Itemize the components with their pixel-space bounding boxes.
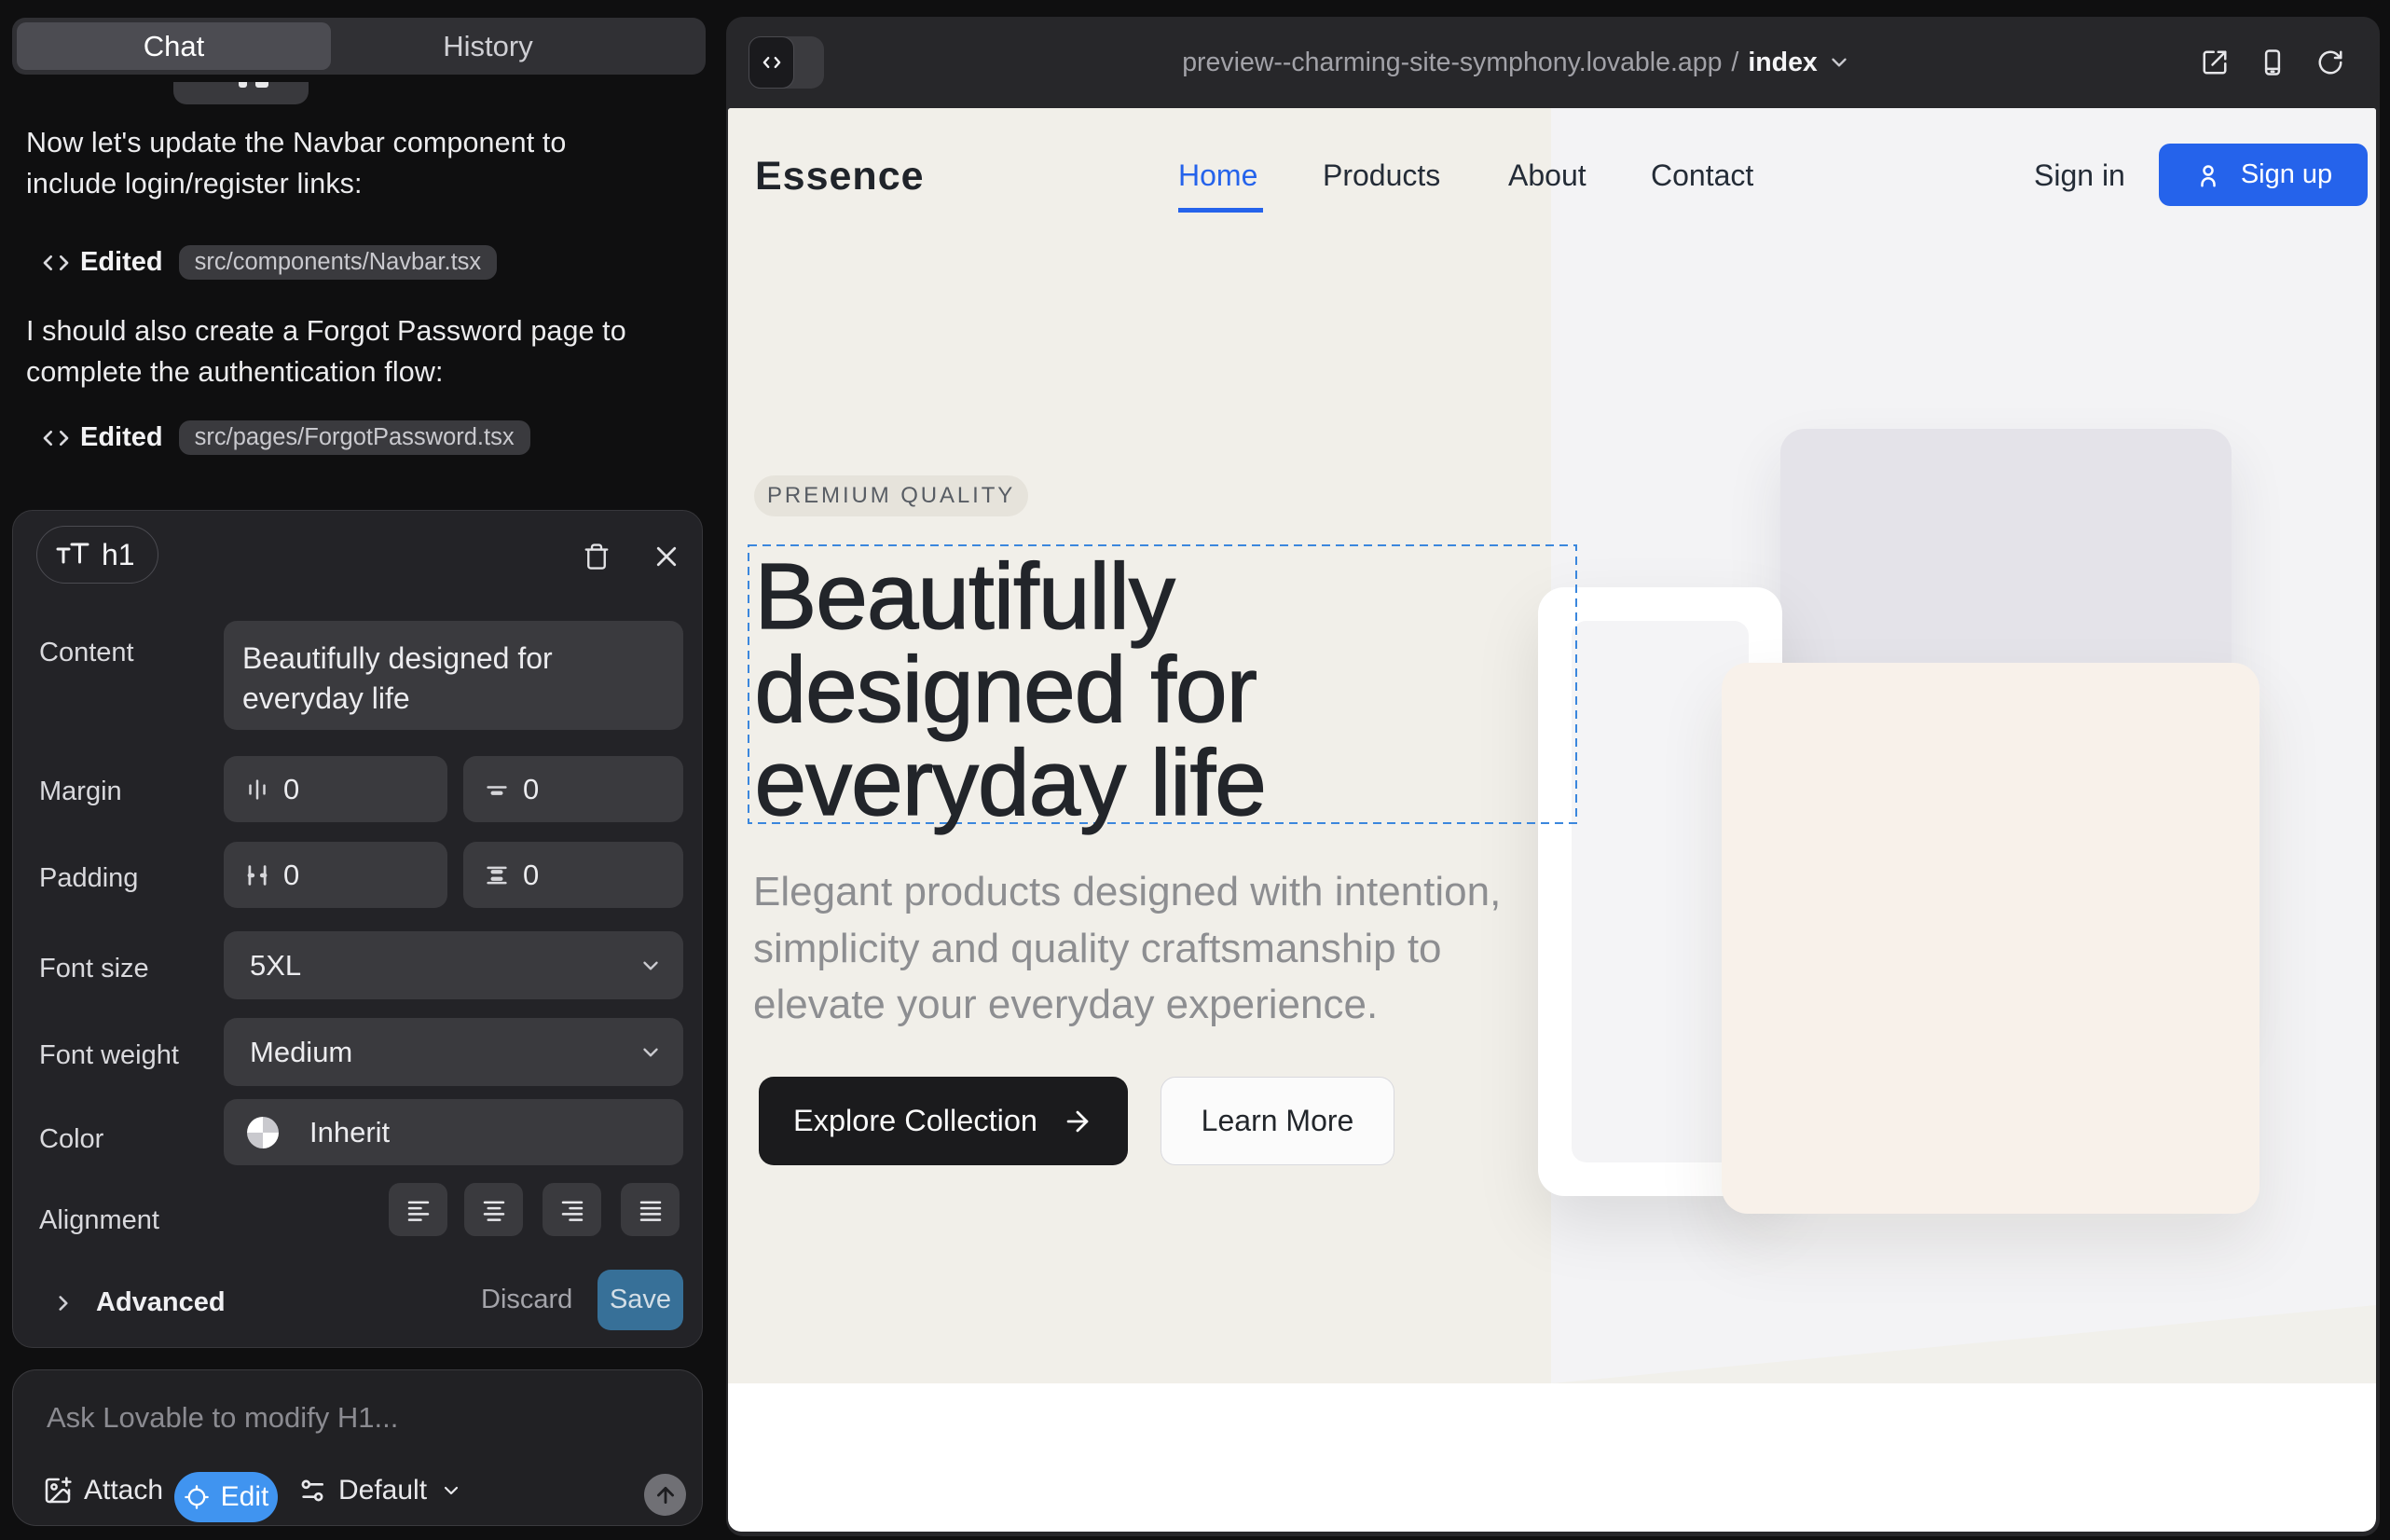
refresh-button[interactable] [2316, 48, 2344, 76]
margin-label: Margin [39, 777, 122, 807]
align-right-button[interactable] [543, 1183, 601, 1236]
decor-card-beige [1722, 663, 2260, 1214]
chevron-down-icon [639, 1040, 663, 1065]
advanced-toggle[interactable]: Advanced [51, 1287, 226, 1318]
learn-more-button[interactable]: Learn More [1161, 1077, 1394, 1165]
hero-paragraph: Elegant products designed with intention… [753, 864, 1501, 1034]
font-size-label: Font size [39, 954, 149, 984]
font-size-select[interactable]: 5XL [224, 931, 683, 999]
nav-link-about[interactable]: About [1508, 158, 1586, 193]
transparency-swatch-icon [247, 1117, 279, 1148]
chevron-right-icon [51, 1291, 76, 1315]
url-host: preview--charming-site-symphony.lovable.… [1182, 48, 1722, 78]
arrow-right-icon [1062, 1106, 1093, 1137]
selected-element-chip[interactable]: h1 [36, 526, 158, 584]
padding-x-input[interactable]: 0 [224, 842, 447, 908]
site-logo[interactable]: Essence [755, 154, 925, 199]
arrow-up-icon [653, 1483, 678, 1507]
chat-message: I should also create a Forgot Password p… [26, 310, 626, 392]
align-center-button[interactable] [464, 1183, 523, 1236]
chat-history-tabbar: Chat History [12, 18, 706, 75]
nav-link-contact[interactable]: Contact [1651, 158, 1753, 193]
align-justify-button[interactable] [621, 1183, 680, 1236]
edited-file-row: Edited src/components/Navbar.tsx [41, 245, 497, 280]
code-icon [41, 248, 71, 278]
edited-file-row: Edited src/pages/ForgotPassword.tsx [41, 420, 530, 455]
crosshair-icon [184, 1484, 210, 1510]
edit-mode-button[interactable]: Edit [174, 1472, 278, 1522]
preview-browser-window: preview--charming-site-symphony.lovable.… [726, 17, 2380, 1536]
padding-label: Padding [39, 863, 138, 894]
font-weight-select[interactable]: Medium [224, 1018, 683, 1086]
url-separator: / [1731, 48, 1738, 78]
chevron-down-icon [639, 954, 663, 978]
nav-active-underline [1178, 208, 1263, 213]
chat-message: Now let's update the Navbar component to… [26, 122, 567, 204]
hero-heading[interactable]: Beautifully designed for everyday life [755, 550, 1266, 830]
open-external-button[interactable] [2201, 48, 2229, 76]
chevron-down-icon [440, 1479, 462, 1502]
chat-mode-select[interactable]: Default [297, 1475, 462, 1506]
content-label: Content [39, 638, 134, 668]
user-icon [2194, 161, 2222, 189]
tab-history[interactable]: History [331, 22, 645, 70]
margin-x-input[interactable]: 0 [224, 756, 447, 822]
scrolled-chip-fragment [173, 82, 309, 104]
edited-label: Edited [80, 247, 163, 278]
send-button[interactable] [644, 1474, 686, 1516]
settings-sliders-icon [297, 1476, 327, 1506]
font-weight-label: Font weight [39, 1040, 179, 1071]
premium-quality-badge: PREMIUM QUALITY [754, 475, 1028, 516]
app-root: Chat History Now let's update the Navbar… [0, 0, 2390, 1540]
site-preview-viewport: Essence Home Products About Contact Sign… [728, 108, 2376, 1532]
url-bar[interactable]: preview--charming-site-symphony.lovable.… [726, 17, 2380, 108]
code-icon [41, 423, 71, 453]
color-label: Color [39, 1124, 103, 1155]
nav-link-home[interactable]: Home [1178, 158, 1257, 193]
selected-tag-name: h1 [102, 538, 135, 572]
sign-up-button[interactable]: Sign up [2159, 144, 2368, 206]
image-plus-icon [43, 1476, 73, 1506]
margin-y-input[interactable]: 0 [463, 756, 683, 822]
delete-element-button[interactable] [583, 542, 611, 571]
attach-button[interactable]: Attach [43, 1475, 163, 1506]
padding-vertical-icon [483, 861, 511, 889]
sign-in-link[interactable]: Sign in [2034, 158, 2125, 193]
chrome-actions [2201, 17, 2344, 108]
tab-chat[interactable]: Chat [17, 22, 331, 70]
mobile-view-button[interactable] [2259, 48, 2287, 76]
margin-horizontal-icon [243, 776, 271, 804]
element-editor-panel: h1 Content Beautifully designed for ever… [12, 510, 703, 1348]
content-textarea[interactable]: Beautifully designed for everyday life [224, 621, 683, 730]
explore-collection-button[interactable]: Explore Collection [759, 1077, 1128, 1165]
color-input[interactable]: Inherit [224, 1099, 683, 1165]
url-page: index [1748, 48, 1817, 78]
close-editor-button[interactable] [652, 543, 680, 571]
align-left-button[interactable] [389, 1183, 447, 1236]
padding-horizontal-icon [243, 861, 271, 889]
discard-button[interactable]: Discard [481, 1270, 572, 1330]
edited-label: Edited [80, 422, 163, 453]
save-button[interactable]: Save [598, 1270, 683, 1330]
file-chip[interactable]: src/components/Navbar.tsx [179, 245, 498, 280]
chevron-down-icon [1827, 50, 1851, 75]
type-icon [56, 541, 89, 569]
nav-link-products[interactable]: Products [1323, 158, 1440, 193]
composer-placeholder: Ask Lovable to modify H1... [47, 1401, 398, 1435]
chat-composer[interactable]: Ask Lovable to modify H1... Attach Edit … [12, 1369, 703, 1526]
file-chip[interactable]: src/pages/ForgotPassword.tsx [179, 420, 530, 455]
alignment-label: Alignment [39, 1205, 159, 1236]
hero-section: Essence Home Products About Contact Sign… [728, 108, 2376, 1383]
margin-vertical-icon [483, 776, 511, 804]
padding-y-input[interactable]: 0 [463, 842, 683, 908]
